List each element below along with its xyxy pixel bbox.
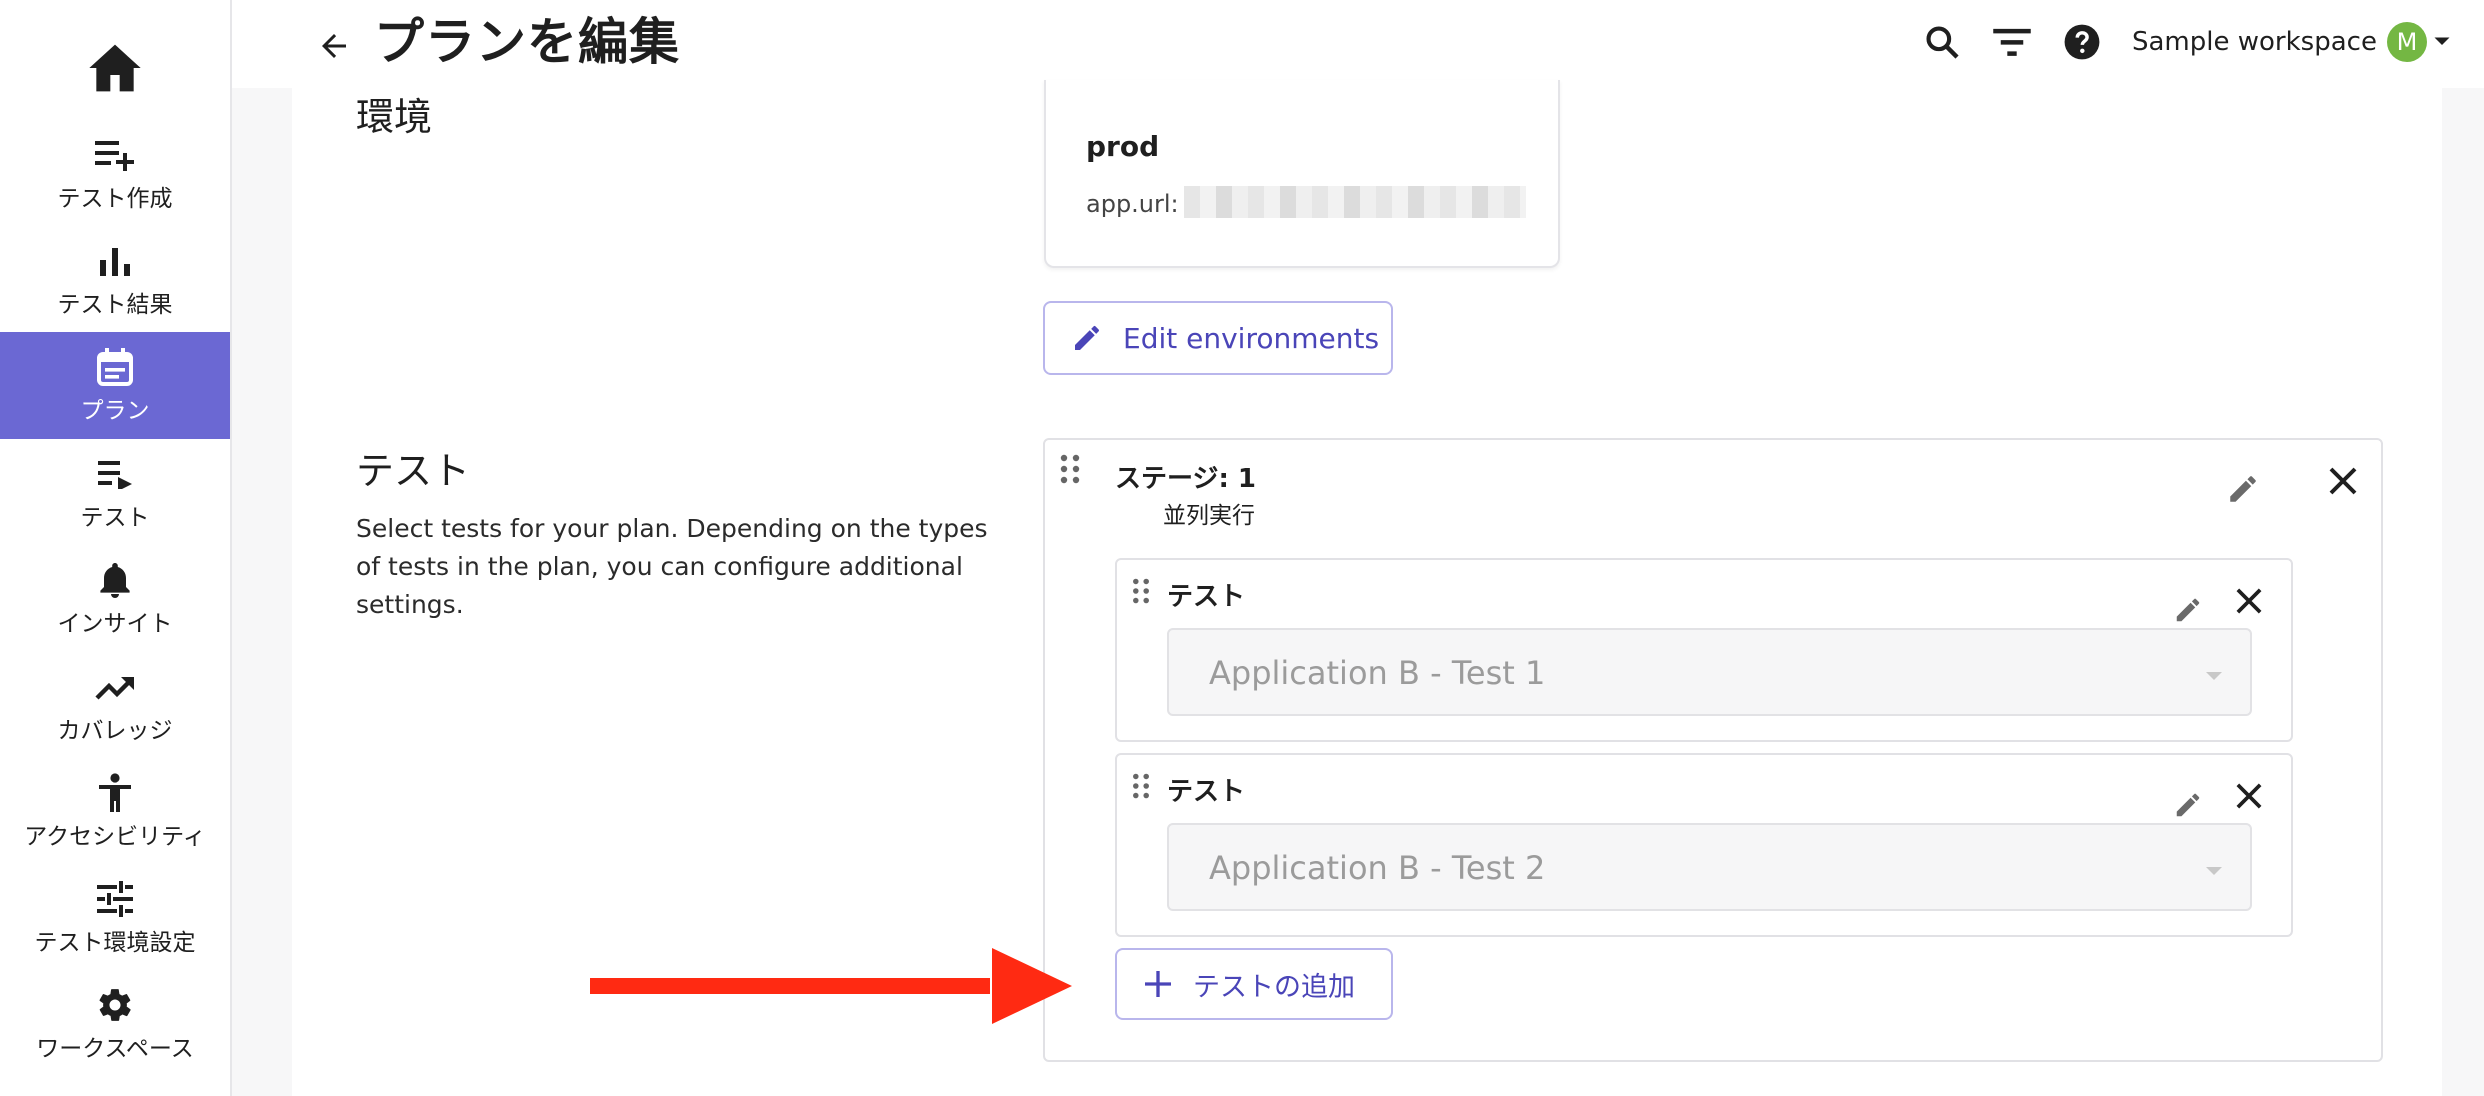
add-test-label: テストの追加 [1193, 971, 1355, 1003]
test-select-dropdown[interactable]: Application B - Test 1 [1167, 628, 2252, 716]
tests-section-title: テスト [356, 449, 471, 493]
sidebar-item-tests[interactable]: テスト [0, 439, 230, 546]
home-icon [89, 44, 141, 92]
playlist-add-icon [95, 140, 134, 171]
plus-icon [1145, 971, 1171, 997]
page-title: プランを編集 [374, 13, 680, 71]
pencil-icon [2230, 476, 2256, 502]
accessibility-icon [99, 772, 131, 812]
close-icon [2236, 783, 2262, 809]
edit-stage-button[interactable] [2220, 466, 2266, 512]
pencil-icon [1075, 325, 1100, 350]
annotation-arrow-icon [590, 948, 1072, 1024]
top-header: プランを編集 Sample workspace M [232, 0, 2484, 88]
sidebar-item-label: ワークスペース [36, 1035, 194, 1062]
trending-up-icon [95, 676, 134, 700]
home-button[interactable] [0, 36, 230, 100]
edit-test-button[interactable] [2168, 785, 2208, 825]
test-select-dropdown[interactable]: Application B - Test 2 [1167, 823, 2252, 911]
arrow-left-icon [322, 34, 346, 58]
sidebar-item-label: テスト [80, 504, 150, 531]
remove-test-button[interactable] [2228, 580, 2270, 622]
add-test-button[interactable]: テストの追加 [1115, 948, 1393, 1020]
sidebar-item-label: テスト環境設定 [34, 929, 196, 956]
search-button[interactable] [1918, 18, 1966, 66]
sidebar-item-test-env-settings[interactable]: テスト環境設定 [0, 864, 230, 971]
environment-section-title: 環境 [356, 95, 433, 139]
sidebar-item-label: カバレッジ [57, 717, 173, 744]
sidebar-item-coverage[interactable]: カバレッジ [0, 652, 230, 759]
avatar: M [2386, 22, 2427, 62]
sidebar-item-test-results[interactable]: テスト結果 [0, 226, 230, 333]
tests-section-description: Select tests for your plan. Depending on… [356, 514, 988, 619]
bell-icon [100, 562, 130, 598]
stage-title: ステージ: 1 [1115, 464, 1257, 494]
sidebar-item-label: インサイト [57, 610, 173, 637]
drag-handle-icon[interactable] [1060, 454, 1080, 484]
environment-card: prod app.url: [1044, 80, 1560, 268]
bar-chart-icon [100, 247, 130, 276]
sidebar-item-insights[interactable]: インサイト [0, 545, 230, 652]
sidebar-item-label: プラン [80, 397, 150, 424]
drag-handle-icon[interactable] [1132, 578, 1150, 604]
sidebar-item-label: テスト作成 [57, 185, 173, 212]
help-button[interactable] [2058, 18, 2106, 66]
filter-button[interactable] [1988, 18, 2036, 66]
test-label: テスト [1167, 582, 1246, 612]
chevron-down-icon [2206, 867, 2222, 875]
test-select-value: Application B - Test 2 [1209, 849, 1546, 887]
pencil-icon [2176, 793, 2200, 817]
remove-stage-button[interactable] [2320, 458, 2366, 504]
pencil-icon [2176, 598, 2200, 622]
calendar-icon [97, 347, 133, 386]
sidebar-item-workspace[interactable]: ワークスペース [0, 970, 230, 1077]
remove-test-button[interactable] [2228, 775, 2270, 817]
chevron-down-icon [2206, 672, 2222, 680]
close-icon [2236, 588, 2262, 614]
edit-environments-label: Edit environments [1123, 321, 1380, 355]
sidebar-item-label: テスト結果 [57, 291, 173, 318]
environment-url-redacted [1184, 186, 1526, 218]
sidebar-item-label: アクセシビリティ [24, 823, 206, 850]
edit-test-button[interactable] [2168, 590, 2208, 630]
sidebar: テスト作成 テスト結果 プラン テスト インサイト カバレッジ アクセシビリティ… [0, 0, 232, 1096]
playlist-play-icon [98, 460, 132, 489]
sidebar-item-plan[interactable]: プラン [0, 332, 230, 439]
environment-name: prod [1086, 130, 1160, 163]
back-button[interactable] [312, 24, 356, 68]
tune-icon [97, 880, 133, 917]
test-label: テスト [1167, 777, 1246, 807]
gear-icon [99, 988, 131, 1021]
help-icon [2064, 24, 2100, 60]
edit-environments-button[interactable]: Edit environments [1043, 301, 1393, 375]
close-icon [2329, 467, 2357, 495]
workspace-switcher[interactable]: Sample workspace M [2132, 18, 2451, 66]
search-icon [1926, 26, 1959, 59]
filter-icon [1993, 28, 2031, 56]
workspace-name: Sample workspace [2132, 27, 2377, 57]
caret-down-icon [2434, 37, 2450, 45]
drag-handle-icon[interactable] [1132, 773, 1150, 799]
sidebar-item-create-test[interactable]: テスト作成 [0, 120, 230, 227]
sidebar-item-accessibility[interactable]: アクセシビリティ [0, 758, 230, 865]
stage-subtitle: 並列実行 [1163, 503, 1255, 529]
environment-url-label: app.url: [1086, 190, 1179, 218]
test-select-value: Application B - Test 1 [1209, 654, 1546, 692]
